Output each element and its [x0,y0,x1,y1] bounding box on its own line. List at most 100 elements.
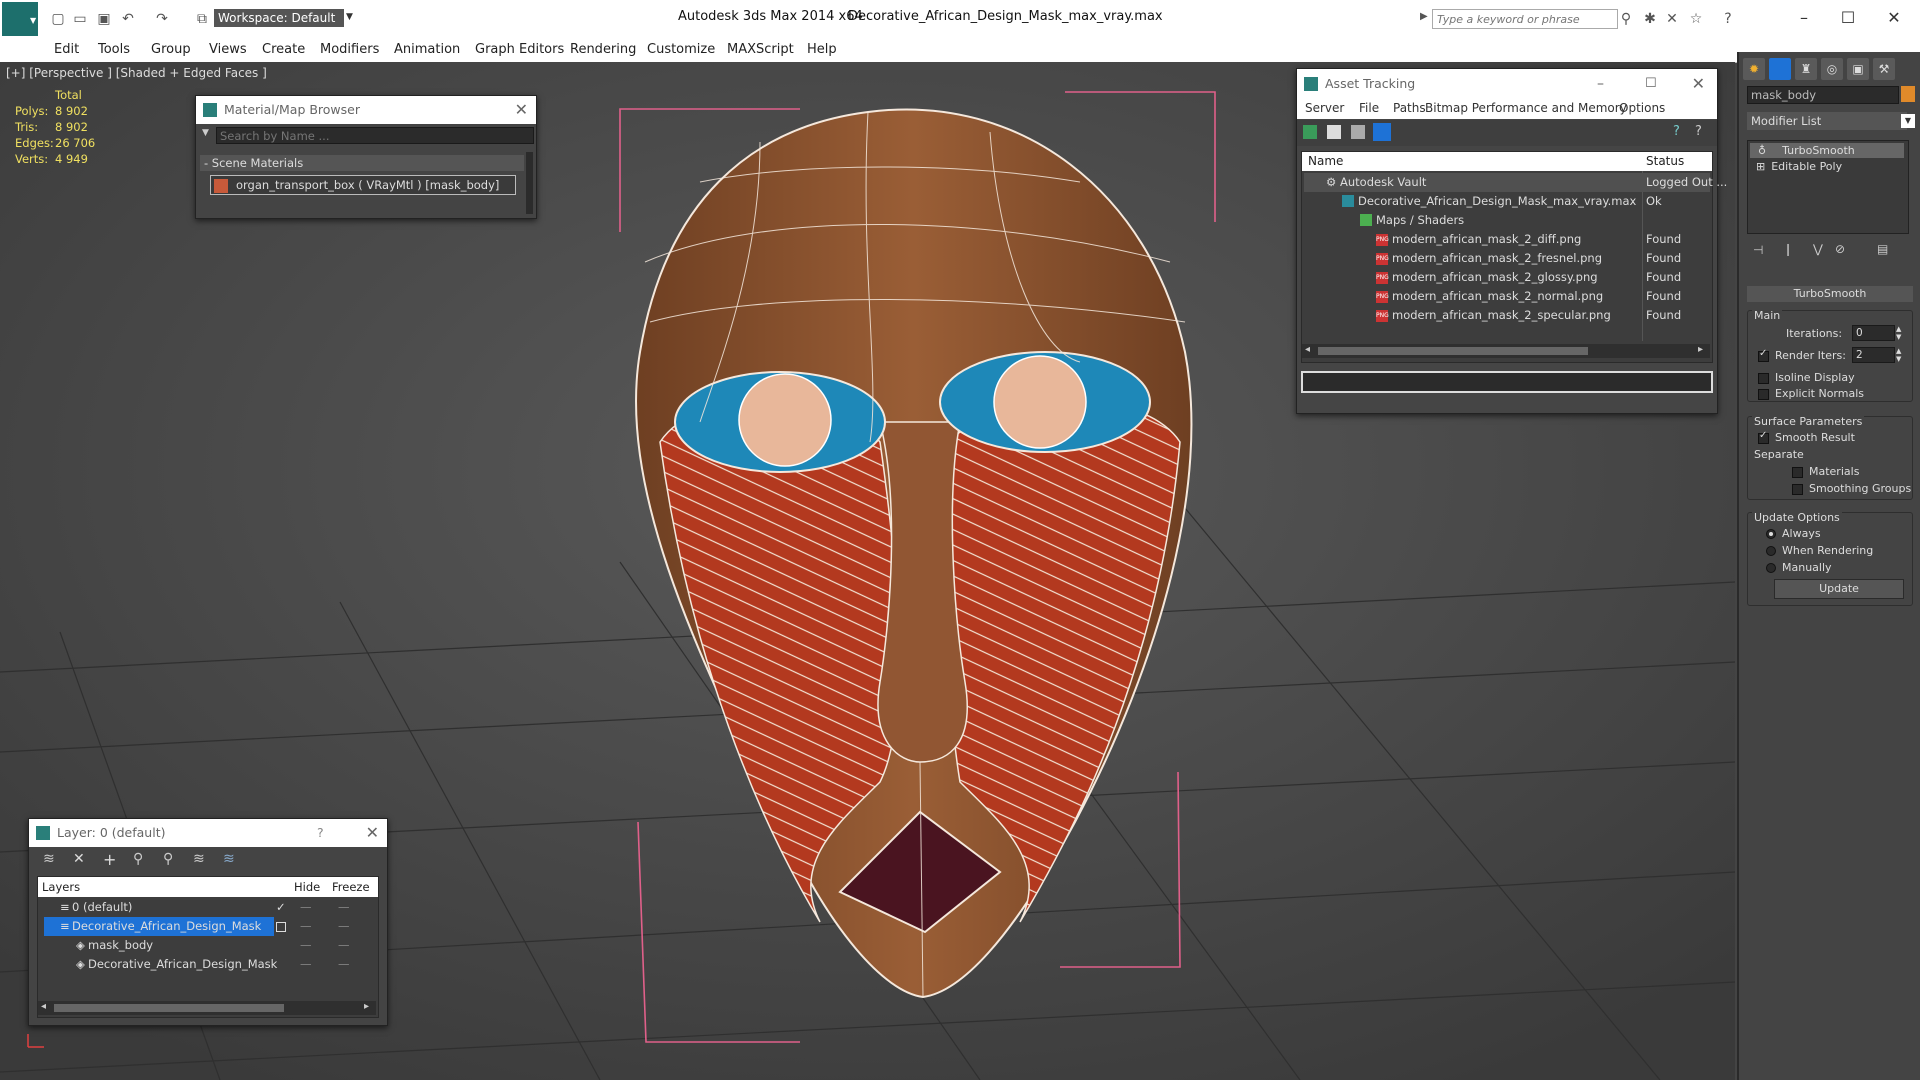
hide-toggle[interactable]: — [300,917,312,936]
material-browser-close-icon[interactable]: ✕ [515,96,528,124]
object-name-field[interactable] [1747,86,1899,104]
turbosmooth-rollout-header[interactable]: TurboSmooth [1747,286,1913,302]
always-radio[interactable] [1766,529,1776,539]
workspace-dropdown[interactable]: Workspace: Default [214,9,344,27]
current-layer-box-icon[interactable] [276,922,286,932]
update-button[interactable]: Update [1774,579,1904,599]
layer-row-mask-body[interactable]: ◈ mask_body — — [40,936,376,955]
object-color-swatch[interactable] [1901,86,1915,102]
smooth-result-row[interactable]: Smooth Result [1758,430,1855,444]
col-layers[interactable]: Layers [42,877,80,897]
menu-group[interactable]: Group [151,42,191,57]
hierarchy-tab-icon[interactable]: ♜ [1795,58,1817,80]
refresh-icon[interactable] [1303,125,1317,139]
freeze-toggle[interactable]: — [338,917,350,936]
stack-item-editable-poly[interactable]: ⊞ Editable Poly [1750,159,1904,174]
scroll-right-icon[interactable]: ▸ [364,1001,369,1012]
new-file-icon[interactable]: ▢ [48,9,68,29]
always-row[interactable]: Always [1766,527,1821,540]
favorites-star-icon[interactable]: ☆ [1686,9,1706,29]
menu-views[interactable]: Views [209,42,247,57]
smoothing-groups-checkbox[interactable] [1792,483,1803,495]
undo-icon[interactable]: ↶ [118,9,138,29]
open-file-icon[interactable]: ▭ [70,9,90,29]
scene-materials-header[interactable]: - Scene Materials [200,155,524,171]
motion-tab-icon[interactable]: ◎ [1821,58,1843,80]
modify-tab-icon[interactable] [1769,58,1791,80]
col-status[interactable]: Status [1646,152,1684,171]
delete-layer-icon[interactable]: ✕ [73,851,85,867]
col-freeze[interactable]: Freeze [332,877,370,897]
menu-edit[interactable]: Edit [54,42,79,57]
layer-panel-titlebar[interactable]: Layer: 0 (default) ? ✕ [29,819,387,847]
explicit-normals-checkbox[interactable] [1758,388,1769,400]
scroll-thumb[interactable] [54,1004,284,1012]
col-hide[interactable]: Hide [294,877,320,897]
asset-row-normal[interactable]: PNG modern_african_mask_2_normal.png Fou… [1304,287,1710,306]
layer-table-hscrollbar[interactable]: ◂ ▸ [38,1001,376,1015]
asset-tracking-minimize-icon[interactable]: – [1597,69,1604,99]
list-view-icon[interactable] [1327,125,1341,139]
expand-plus-icon[interactable]: ⊞ [1756,160,1765,173]
asset-table-hscrollbar[interactable]: ◂ ▸ [1302,344,1710,358]
save-file-icon[interactable]: ▣ [94,9,114,29]
scroll-thumb[interactable] [1318,347,1588,355]
material-item[interactable]: organ_transport_box ( VRayMtl ) [mask_bo… [210,175,516,195]
app-menu-arrow-icon[interactable]: ▼ [30,16,36,25]
binoculars-icon[interactable]: ⚲ [1616,9,1636,29]
asset-row-fresnel[interactable]: PNG modern_african_mask_2_fresnel.png Fo… [1304,249,1710,268]
asset-row-glossy[interactable]: PNG modern_african_mask_2_glossy.png Fou… [1304,268,1710,287]
asset-tracking-close-icon[interactable]: ✕ [1692,69,1705,99]
smooth-result-checkbox[interactable] [1758,430,1769,444]
search-expand-icon[interactable]: ▶ [1420,11,1428,22]
menu-create[interactable]: Create [262,42,305,57]
lightbulb-icon[interactable]: ♁ [1758,144,1766,157]
layer-row-mask-layer[interactable]: ≡ Decorative_African_Design_Mask — — [40,917,376,936]
material-browser-scrollbar[interactable] [526,152,533,214]
redo-icon[interactable]: ↷ [152,9,172,29]
show-end-result-icon[interactable]: ❘ [1783,242,1793,256]
isoline-display-checkbox[interactable] [1758,372,1769,384]
search-options-icon[interactable]: ▼ [202,128,209,138]
iterations-spinner[interactable]: 0 [1852,325,1895,341]
menu-animation[interactable]: Animation [394,42,460,57]
hide-toggle[interactable]: — [300,898,312,917]
layer-help-icon[interactable]: ? [317,819,324,847]
asset-row-max-file[interactable]: Decorative_African_Design_Mask_max_vray.… [1304,192,1710,211]
menu-graph-editors[interactable]: Graph Editors [475,42,564,57]
manually-radio[interactable] [1766,563,1776,573]
manually-row[interactable]: Manually [1766,561,1832,574]
at-menu-paths[interactable]: Paths [1393,101,1426,115]
explicit-normals-row[interactable]: Explicit Normals [1758,387,1864,400]
modifier-list-dropdown[interactable]: Modifier List [1747,112,1907,130]
layer-panel-close-icon[interactable]: ✕ [366,819,379,847]
layer-row-default[interactable]: ≡ 0 (default) ✓ — — [40,898,376,917]
menu-tools[interactable]: Tools [98,42,130,57]
material-search-input[interactable] [216,127,534,144]
minimize-icon[interactable]: – [1782,4,1826,32]
hide-toggle[interactable]: — [300,936,312,955]
asset-tracking-titlebar[interactable]: Asset Tracking – ☐ ✕ [1297,69,1717,99]
asset-tracking-maximize-icon[interactable]: ☐ [1645,69,1657,99]
menu-customize[interactable]: Customize [647,42,715,57]
at-menu-server[interactable]: Server [1305,101,1344,115]
table-view-icon[interactable] [1373,123,1391,141]
workspace-dropdown-arrow-icon[interactable]: ▼ [346,12,353,22]
when-rendering-radio[interactable] [1766,546,1776,556]
configure-sets-icon[interactable]: ▤ [1877,242,1888,256]
active-layer-check-icon[interactable]: ✓ [276,898,286,917]
col-name[interactable]: Name [1308,152,1343,171]
communication-icon[interactable]: ✕ [1662,9,1682,29]
at-menu-bitmap-performance[interactable]: Bitmap Performance and Memory [1425,101,1627,115]
remove-modifier-icon[interactable]: ⊘ [1835,242,1845,256]
help-question-icon[interactable]: ? [1673,124,1680,139]
project-folder-icon[interactable]: ⧉ [192,9,212,29]
freeze-toggle[interactable]: — [338,898,350,917]
at-menu-file[interactable]: File [1359,101,1379,115]
search-input[interactable] [1432,9,1618,29]
render-iters-row[interactable]: Render Iters: [1758,348,1846,362]
at-menu-options[interactable]: Options [1619,101,1665,115]
asset-row-maps-shaders[interactable]: Maps / Shaders [1304,211,1710,230]
render-iters-checkbox[interactable] [1758,348,1769,362]
make-unique-icon[interactable]: ⋁ [1813,242,1823,256]
